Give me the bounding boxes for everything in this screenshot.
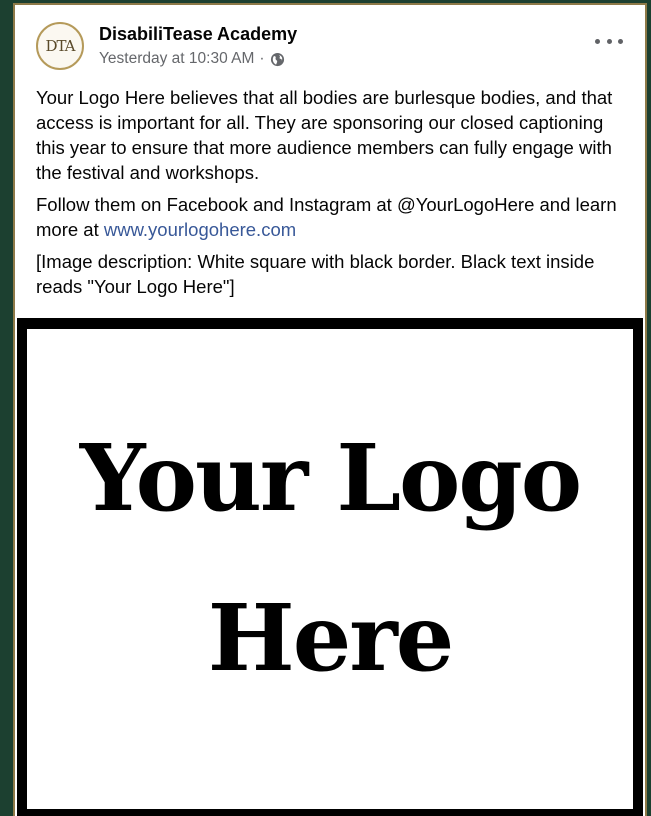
post-image[interactable]: Your Logo Here — [17, 318, 643, 816]
post-paragraph-1: Your Logo Here believes that all bodies … — [36, 87, 613, 183]
ellipsis-icon[interactable] — [595, 31, 623, 51]
meta-separator: · — [259, 50, 265, 67]
page-avatar[interactable]: DTA — [36, 22, 84, 70]
globe-icon[interactable] — [270, 52, 285, 67]
post-text: Your Logo Here believes that all bodies … — [36, 85, 636, 306]
post-card: DTA DisabiliTease Academy Yesterday at 1… — [13, 3, 647, 816]
logo-text-line-1: Your Logo — [79, 424, 582, 532]
page-background: DTA DisabiliTease Academy Yesterday at 1… — [0, 0, 651, 816]
page-name-link[interactable]: DisabiliTease Academy — [99, 24, 297, 45]
website-link[interactable]: www.yourlogohere.com — [104, 219, 296, 240]
post-paragraph-3: [Image description: White square with bl… — [36, 251, 595, 297]
logo-image-inner: Your Logo Here — [27, 329, 633, 809]
post-timestamp[interactable]: Yesterday at 10:30 AM — [99, 50, 254, 68]
post-header: DTA DisabiliTease Academy Yesterday at 1… — [15, 5, 645, 83]
post-paragraph-2: Follow them on Facebook and Instagram at… — [36, 192, 636, 242]
logo-text-line-2: Here — [207, 584, 454, 692]
post-meta: Yesterday at 10:30 AM · — [99, 50, 285, 68]
